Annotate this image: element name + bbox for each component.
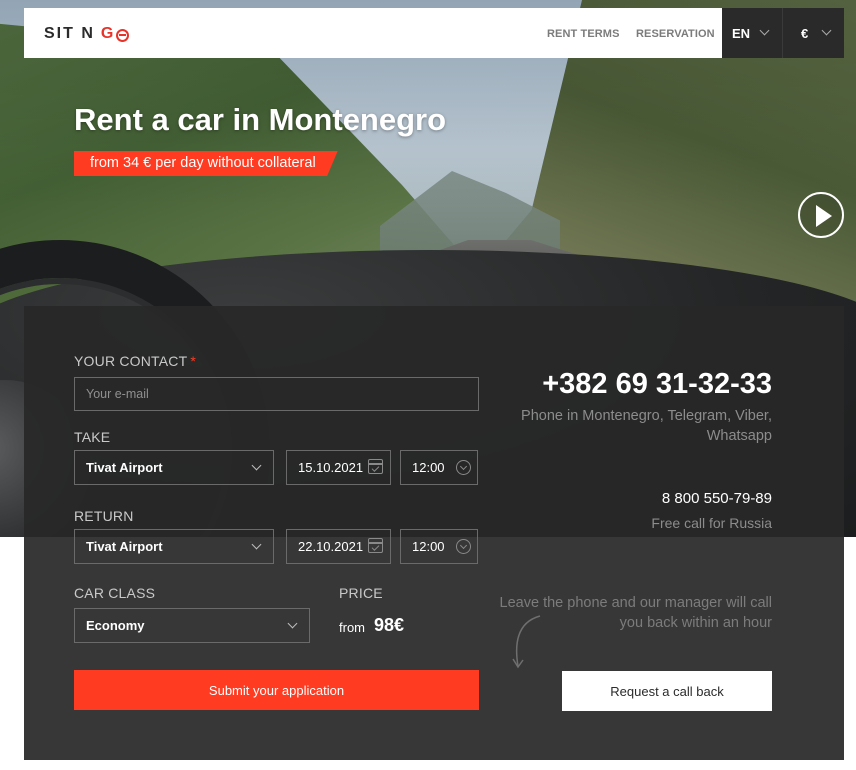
calendar-icon — [368, 459, 383, 474]
take-label: TAKE — [74, 429, 111, 445]
email-field[interactable] — [74, 377, 479, 411]
page-title: Rent a car in Montenegro — [74, 102, 447, 137]
return-location-select[interactable]: Tivat Airport — [74, 529, 274, 564]
contact-label: YOUR CONTACT * — [74, 353, 197, 369]
clock-icon — [456, 539, 471, 554]
nav-rent-terms[interactable]: RENT TERMS — [547, 28, 620, 40]
submit-application-button[interactable]: Submit your application — [74, 670, 479, 710]
phone-russia-note: Free call for Russia — [651, 515, 772, 531]
required-mark: * — [190, 353, 197, 369]
phone-russia[interactable]: 8 800 550-79-89 — [662, 490, 772, 507]
price-from-text: from — [339, 620, 365, 635]
take-time-input[interactable]: 12:00 — [400, 450, 478, 485]
chevron-down-icon — [251, 539, 262, 550]
logo-accent: G — [100, 25, 116, 42]
play-video-button[interactable] — [798, 192, 844, 238]
logo-text: SIT N — [44, 25, 95, 42]
currency-dropdown[interactable]: € — [782, 8, 844, 58]
price-badge: from 34 € per day without collateral — [74, 151, 338, 176]
return-date-input[interactable]: 22.10.2021 — [286, 529, 391, 564]
request-callback-button[interactable]: Request a call back — [562, 671, 772, 711]
language-value: EN — [732, 25, 751, 41]
site-header: SIT N G RENT TERMS RESERVATION EN € — [24, 8, 844, 58]
take-location-select[interactable]: Tivat Airport — [74, 450, 274, 485]
chevron-down-icon — [759, 25, 770, 36]
chevron-down-icon — [251, 460, 262, 471]
currency-value: € — [801, 25, 809, 41]
clock-icon — [456, 460, 471, 475]
car-class-label: CAR CLASS — [74, 585, 156, 601]
language-dropdown[interactable]: EN — [722, 8, 782, 58]
chevron-down-icon — [287, 618, 298, 629]
steering-wheel-icon — [116, 28, 130, 42]
phone-montenegro-note: Phone in Montenegro, Telegram, Viber, Wh… — [521, 408, 772, 444]
calendar-icon — [368, 538, 383, 553]
take-date-input[interactable]: 15.10.2021 — [286, 450, 391, 485]
nav-reservation[interactable]: RESERVATION — [636, 28, 715, 40]
return-time-input[interactable]: 12:00 — [400, 529, 478, 564]
price-value: 98€ — [374, 615, 405, 635]
phone-montenegro[interactable]: +382 69 31-32-33 — [542, 368, 772, 401]
chevron-down-icon — [821, 25, 832, 36]
curved-arrow-icon — [512, 615, 541, 669]
return-label: RETURN — [74, 508, 134, 524]
logo[interactable]: SIT N G — [44, 25, 130, 43]
car-class-select[interactable]: Economy — [74, 608, 310, 643]
price-label: PRICE — [339, 585, 383, 601]
booking-panel: YOUR CONTACT* TAKE Tivat Airport 15.10.2… — [24, 306, 844, 760]
